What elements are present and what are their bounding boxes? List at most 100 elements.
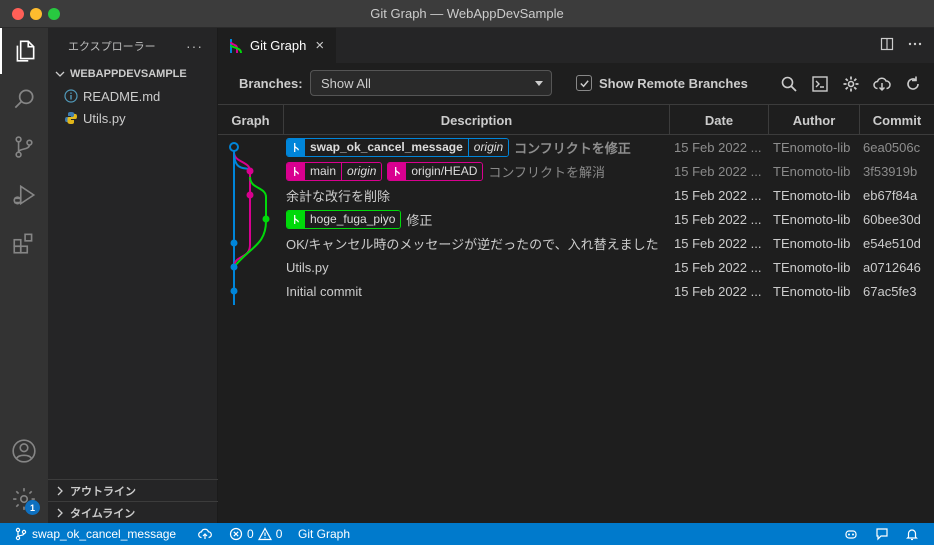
- branch-label-origin-head[interactable]: origin/HEAD: [387, 161, 484, 181]
- editor-area: Git Graph × Branches: Show All Show Remo…: [218, 28, 934, 523]
- commit-date: 15 Feb 2022 ...: [674, 283, 762, 299]
- file-utils-py[interactable]: Utils.py: [48, 107, 217, 129]
- source-control-icon[interactable]: [0, 124, 48, 170]
- commit-author: TEnomoto-lib: [773, 283, 851, 299]
- commit-message: 修正: [406, 212, 433, 228]
- extensions-icon[interactable]: [0, 220, 48, 266]
- more-actions-icon[interactable]: ···: [186, 38, 203, 54]
- tab-label: Git Graph: [250, 38, 307, 53]
- branch-icon: [287, 138, 305, 156]
- settings-icon[interactable]: [842, 75, 860, 93]
- commit-hash: e54e510d: [863, 235, 921, 251]
- commit-date: 15 Feb 2022 ...: [674, 259, 762, 275]
- branches-dropdown[interactable]: Show All: [310, 70, 552, 96]
- explorer-sidebar: エクスプローラー ··· WEBAPPDEVSAMPLE README.md U…: [48, 28, 218, 523]
- description-cell: Utils.py: [286, 255, 670, 279]
- column-header-author[interactable]: Author: [769, 105, 860, 135]
- status-branch[interactable]: swap_ok_cancel_message: [14, 523, 176, 545]
- commit-date: 15 Feb 2022 ...: [674, 163, 762, 179]
- remote-name: origin: [341, 162, 382, 180]
- table-row[interactable]: hoge_fuga_piyo 修正 15 Feb 2022 ... TEnomo…: [218, 207, 934, 231]
- commit-hash: 67ac5fe3: [863, 283, 917, 299]
- description-cell: main origin origin/HEAD コンフリクトを解消: [286, 159, 670, 183]
- branch-icon: [287, 162, 305, 180]
- explorer-icon[interactable]: [0, 28, 48, 74]
- settings-gear-icon[interactable]: 1: [0, 476, 48, 522]
- refresh-icon[interactable]: [904, 75, 922, 93]
- branch-label-hoge-fuga-piyo[interactable]: hoge_fuga_piyo: [286, 209, 402, 229]
- dropdown-arrow-icon: [535, 81, 543, 86]
- account-icon[interactable]: [0, 428, 48, 474]
- project-folder-header[interactable]: WEBAPPDEVSAMPLE: [48, 63, 217, 85]
- git-graph-controls: Branches: Show All Show Remote Branches: [218, 63, 934, 105]
- timeline-label: タイムライン: [70, 507, 136, 520]
- split-editor-icon[interactable]: [880, 37, 894, 51]
- commit-message: OK/キャンセル時のメッセージが逆だったので、入れ替えました: [286, 236, 659, 252]
- git-branch-icon: [15, 527, 27, 541]
- file-name: Utils.py: [83, 110, 126, 126]
- commit-hash: a0712646: [863, 259, 921, 275]
- terminal-icon[interactable]: [811, 75, 829, 93]
- branch-name: swap_ok_cancel_message: [32, 527, 177, 541]
- find-icon[interactable]: [780, 75, 798, 93]
- column-header-date[interactable]: Date: [670, 105, 769, 135]
- error-icon: [229, 527, 243, 541]
- commit-date: 15 Feb 2022 ...: [674, 211, 762, 227]
- outline-label: アウトライン: [70, 485, 136, 498]
- error-count: 0: [247, 527, 254, 541]
- branch-name: origin/HEAD: [406, 162, 483, 180]
- control-icons: [780, 75, 922, 93]
- commit-message: Initial commit: [286, 283, 362, 299]
- status-sync[interactable]: [198, 523, 212, 545]
- table-row[interactable]: Utils.py 15 Feb 2022 ... TEnomoto-lib a0…: [218, 255, 934, 279]
- column-header-commit[interactable]: Commit: [860, 105, 934, 135]
- editor-actions: [880, 37, 922, 51]
- commit-author: TEnomoto-lib: [773, 163, 851, 179]
- search-icon[interactable]: [0, 76, 48, 122]
- chevron-right-icon: [57, 486, 63, 495]
- warning-count: 0: [275, 527, 283, 541]
- table-row[interactable]: swap_ok_cancel_message origin コンフリクトを修正 …: [218, 135, 934, 159]
- branch-label-main[interactable]: main origin: [286, 161, 383, 181]
- commit-message: Utils.py: [286, 259, 329, 275]
- outline-section-header[interactable]: アウトライン: [48, 479, 218, 501]
- file-name: README.md: [83, 88, 161, 104]
- tab-git-graph[interactable]: Git Graph ×: [218, 28, 336, 63]
- commit-author: TEnomoto-lib: [773, 139, 851, 155]
- table-row[interactable]: main origin origin/HEAD コンフリクトを解消 15 Feb…: [218, 159, 934, 183]
- description-cell: swap_ok_cancel_message origin コンフリクトを修正: [286, 135, 670, 159]
- file-readme[interactable]: README.md: [48, 85, 217, 107]
- window-title: Git Graph — WebAppDevSample: [370, 6, 564, 21]
- description-cell: Initial commit: [286, 279, 670, 303]
- cloud-upload-icon: [198, 528, 212, 539]
- branch-icon: [388, 162, 407, 180]
- feedback-icon[interactable]: [875, 523, 889, 545]
- branch-name: hoge_fuga_piyo: [305, 210, 401, 228]
- commit-hash: 6ea0506c: [863, 139, 921, 155]
- notifications-bell-icon[interactable]: [905, 523, 919, 545]
- warning-icon: [257, 527, 272, 541]
- column-header-description[interactable]: Description: [284, 105, 670, 135]
- status-git-graph[interactable]: Git Graph: [298, 523, 350, 545]
- table-row[interactable]: OK/キャンセル時のメッセージが逆だったので、入れ替えました 15 Feb 20…: [218, 231, 934, 255]
- show-remote-branches-checkbox[interactable]: [576, 75, 592, 91]
- commit-date: 15 Feb 2022 ...: [674, 235, 762, 251]
- commit-message: コンフリクトを解消: [488, 164, 606, 180]
- sidebar-header: エクスプローラー ···: [48, 28, 217, 63]
- project-name: WEBAPPDEVSAMPLE: [70, 68, 187, 80]
- table-row[interactable]: Initial commit 15 Feb 2022 ... TEnomoto-…: [218, 279, 934, 303]
- status-problems[interactable]: 0 0: [229, 523, 282, 545]
- branch-name: swap_ok_cancel_message: [305, 138, 468, 156]
- copilot-icon[interactable]: [844, 523, 858, 545]
- fetch-cloud-icon[interactable]: [873, 75, 891, 93]
- run-debug-icon[interactable]: [0, 172, 48, 218]
- table-row[interactable]: 余計な改行を削除 15 Feb 2022 ... TEnomoto-lib eb…: [218, 183, 934, 207]
- settings-badge: 1: [25, 500, 40, 515]
- branch-label-swap-ok-cancel-message[interactable]: swap_ok_cancel_message origin: [286, 137, 510, 157]
- column-header-graph[interactable]: Graph: [218, 105, 284, 135]
- commit-date: 15 Feb 2022 ...: [674, 139, 762, 155]
- more-actions-icon[interactable]: [908, 37, 922, 51]
- close-tab-icon[interactable]: ×: [315, 37, 324, 54]
- description-cell: 余計な改行を削除: [286, 183, 670, 207]
- timeline-section-header[interactable]: タイムライン: [48, 501, 218, 523]
